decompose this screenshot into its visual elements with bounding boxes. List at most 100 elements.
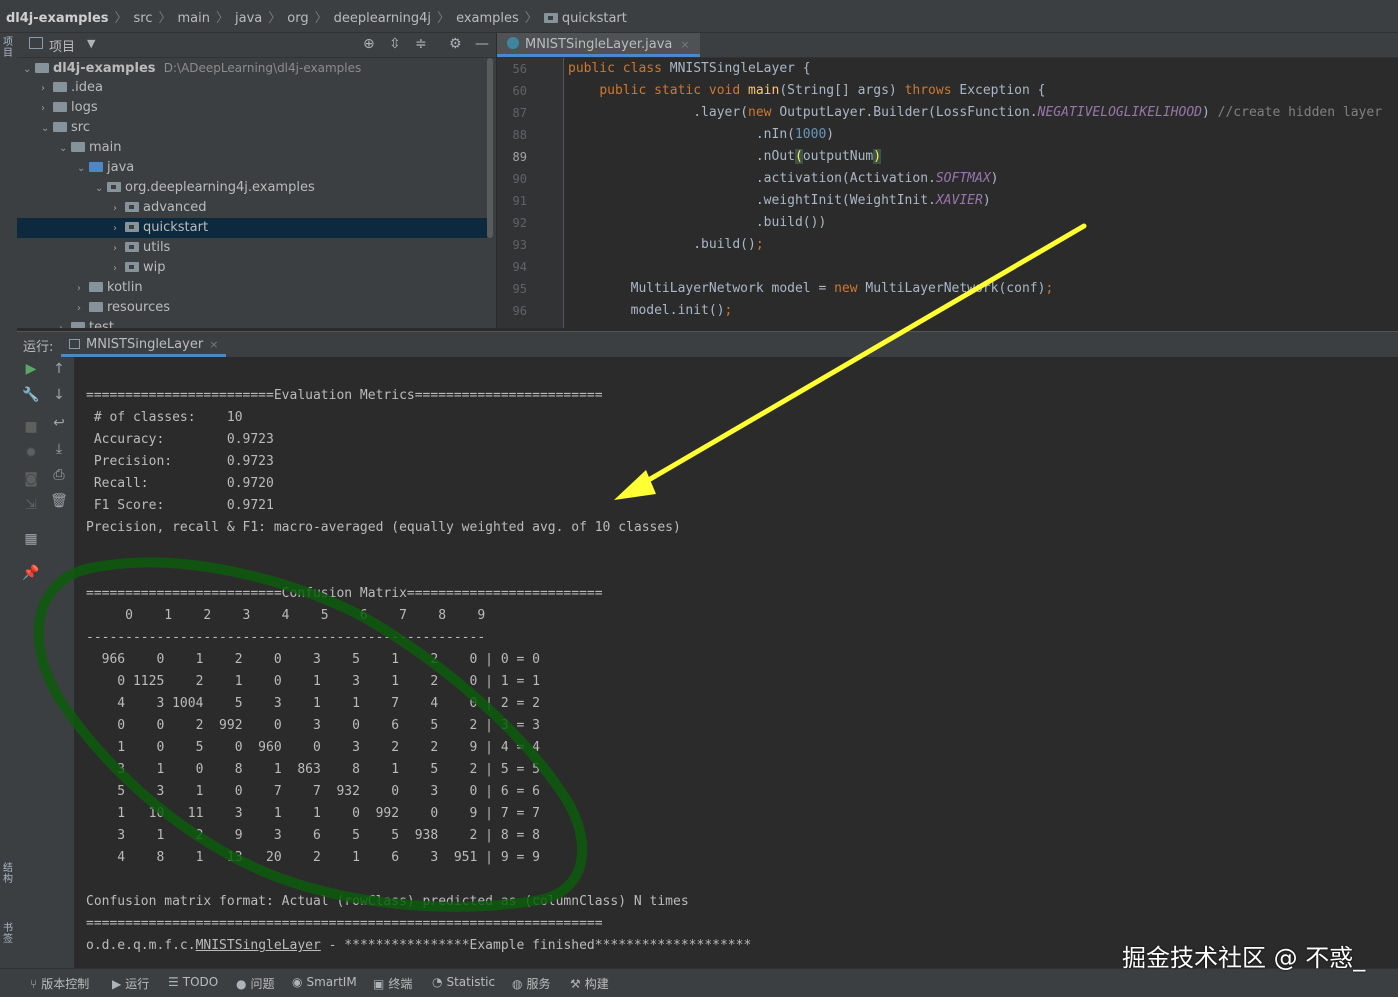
soft-wrap-icon[interactable]: ↩	[48, 415, 70, 431]
collapse-all-icon[interactable]: ≑	[415, 36, 427, 52]
chevron-right-icon[interactable]: ›	[77, 299, 89, 319]
run-tab-mnistsinglelayer[interactable]: MNISTSingleLayer ×	[61, 332, 227, 357]
wrench-icon[interactable]: 🔧	[20, 387, 42, 403]
line-number: 96	[512, 304, 527, 318]
code-editor[interactable]: public class MNISTSingleLayer { public s…	[564, 58, 1398, 328]
layout-icon[interactable]: ▦	[20, 531, 42, 547]
project-tool-window-button[interactable]: 项目	[2, 37, 14, 59]
chevron-right-icon[interactable]: ›	[41, 79, 53, 99]
tree-item-idea[interactable]: › .idea	[17, 78, 487, 98]
tree-item-logs[interactable]: › logs	[17, 98, 487, 118]
chevron-down-icon[interactable]: ⌄	[23, 60, 35, 80]
status-bar-item[interactable]: ▣ 终端	[373, 975, 412, 992]
run-console[interactable]: ========================Evaluation Metri…	[75, 357, 1398, 968]
breadcrumb-item-quickstart[interactable]: quickstart	[562, 11, 627, 26]
macro-note: Precision, recall & F1: macro-averaged (…	[86, 520, 681, 535]
chevron-right-icon[interactable]: ›	[113, 199, 125, 219]
left-tool-strip: 项目 结构 书签	[0, 33, 18, 968]
tree-item-test[interactable]: › test	[17, 318, 487, 328]
close-icon[interactable]: ×	[680, 38, 689, 51]
status-bar-item[interactable]: ⚒ 构建	[570, 975, 609, 992]
confusion-matrix-format: Confusion matrix format: Actual (rowClas…	[86, 894, 689, 909]
class-link[interactable]: MNISTSingleLayer	[196, 938, 321, 953]
locate-icon[interactable]: ⊕	[363, 36, 375, 52]
chevron-down-icon[interactable]: ⌄	[95, 179, 107, 199]
breadcrumb-item-project[interactable]: dl4j-examples	[6, 11, 109, 26]
breadcrumb-item-src[interactable]: src	[134, 11, 153, 26]
chevron-right-icon[interactable]: ›	[77, 279, 89, 299]
code-line: .nIn(1000)	[568, 127, 835, 142]
debug-icon[interactable]: ✹	[20, 445, 42, 461]
tree-item-src[interactable]: ⌄ src	[17, 118, 487, 138]
folder-icon	[89, 282, 103, 292]
structure-tool-window-button[interactable]: 结构	[2, 863, 14, 885]
stop-icon[interactable]: ■	[20, 419, 42, 435]
chevron-down-icon[interactable]: ⌄	[59, 139, 71, 159]
breadcrumb: dl4j-examples 〉 src 〉 main 〉 java 〉 org 〉 deeplear…	[6, 11, 627, 26]
package-icon	[125, 202, 139, 212]
tree-item-quickstart[interactable]: › quickstart	[17, 218, 487, 238]
line-number: 94	[512, 260, 527, 274]
line-number: 90	[512, 172, 527, 186]
breadcrumb-item-org[interactable]: org	[287, 11, 308, 26]
status-bar-item[interactable]: ◍ 服务	[512, 975, 551, 992]
arrow-down-icon[interactable]: ↓	[48, 387, 70, 403]
breadcrumb-item-main[interactable]: main	[178, 11, 210, 26]
print-icon[interactable]: ⎙	[48, 467, 70, 483]
status-bar-item[interactable]: ● 问题	[236, 975, 275, 992]
tree-item-wip[interactable]: › wip	[17, 258, 487, 278]
tree-item-kotlin[interactable]: › kotlin	[17, 278, 487, 298]
status-bar-item[interactable]: ☰ TODO	[168, 975, 218, 989]
tree-item-main[interactable]: ⌄ main	[17, 138, 487, 158]
status-bar-item-label: Statistic	[446, 975, 496, 989]
status-bar-item[interactable]: ◉ SmartIM	[292, 975, 357, 989]
tree-item-root[interactable]: ⌄ dl4j-examples D:\ADeepLearning\dl4j-exa…	[17, 58, 487, 78]
project-panel-title[interactable]: 项目	[49, 36, 75, 55]
gear-icon[interactable]: ⚙	[449, 36, 462, 52]
code-line: model.init();	[568, 303, 733, 318]
breadcrumb-item-java[interactable]: java	[235, 11, 262, 26]
code-line: .build();	[568, 237, 764, 252]
tree-item-package[interactable]: ⌄ org.deeplearning4j.examples	[17, 178, 487, 198]
tree-item-utils[interactable]: › utils	[17, 238, 487, 258]
line-number: 92	[512, 216, 527, 230]
line-number: 91	[512, 194, 527, 208]
chevron-right-icon[interactable]: ›	[41, 99, 53, 119]
project-tree: ⌄ dl4j-examples D:\ADeepLearning\dl4j-exa…	[17, 58, 487, 328]
rerun-icon[interactable]: ▶	[20, 361, 42, 377]
expand-all-icon[interactable]: ⇳	[389, 36, 401, 52]
chevron-right-icon[interactable]: ›	[113, 219, 125, 239]
chevron-down-icon[interactable]: ▼	[87, 37, 95, 50]
pin-icon[interactable]: 📌	[20, 565, 42, 581]
package-icon	[125, 222, 139, 232]
chevron-down-icon[interactable]: ⌄	[41, 119, 53, 139]
chevron-right-icon[interactable]: ›	[113, 239, 125, 259]
scroll-to-end-icon[interactable]: ⤓	[48, 441, 70, 457]
code-line: .weightInit(WeightInit.XAVIER)	[568, 193, 991, 208]
exit-icon[interactable]: ⇲	[20, 497, 42, 513]
status-bar-item[interactable]: ▶ 运行	[112, 975, 149, 992]
project-scrollbar[interactable]	[487, 58, 493, 238]
arrow-up-icon[interactable]: ↑	[48, 361, 70, 377]
status-bar-item[interactable]: ⑂ 版本控制	[30, 975, 89, 992]
tree-item-advanced[interactable]: › advanced	[17, 198, 487, 218]
chevron-right-icon[interactable]: ›	[59, 319, 71, 328]
breadcrumb-item-examples[interactable]: examples	[456, 11, 519, 26]
tree-item-resources[interactable]: › resources	[17, 298, 487, 318]
tree-item-java[interactable]: ⌄ java	[17, 158, 487, 178]
hide-panel-icon[interactable]: —	[475, 36, 489, 52]
chevron-down-icon[interactable]: ⌄	[77, 159, 89, 179]
metric-line: F1 Score: 0.9721	[86, 498, 274, 513]
tree-item-label: src	[71, 120, 90, 135]
status-bar-item[interactable]: ◔ Statistic	[432, 975, 495, 989]
camera-icon[interactable]: ◙	[20, 471, 42, 487]
tree-item-label: main	[89, 140, 122, 155]
trash-icon[interactable]: 🗑	[48, 493, 70, 509]
folder-icon	[71, 322, 85, 328]
breadcrumb-item-deeplearning4j[interactable]: deeplearning4j	[334, 11, 431, 26]
close-icon[interactable]: ×	[209, 338, 218, 351]
code-line: MultiLayerNetwork model = new MultiLayer…	[568, 281, 1054, 296]
chevron-right-icon[interactable]: ›	[113, 259, 125, 279]
bookmarks-tool-window-button[interactable]: 书签	[2, 923, 14, 945]
editor-tab-mnistsinglelayer[interactable]: MNISTSingleLayer.java ×	[497, 33, 700, 57]
